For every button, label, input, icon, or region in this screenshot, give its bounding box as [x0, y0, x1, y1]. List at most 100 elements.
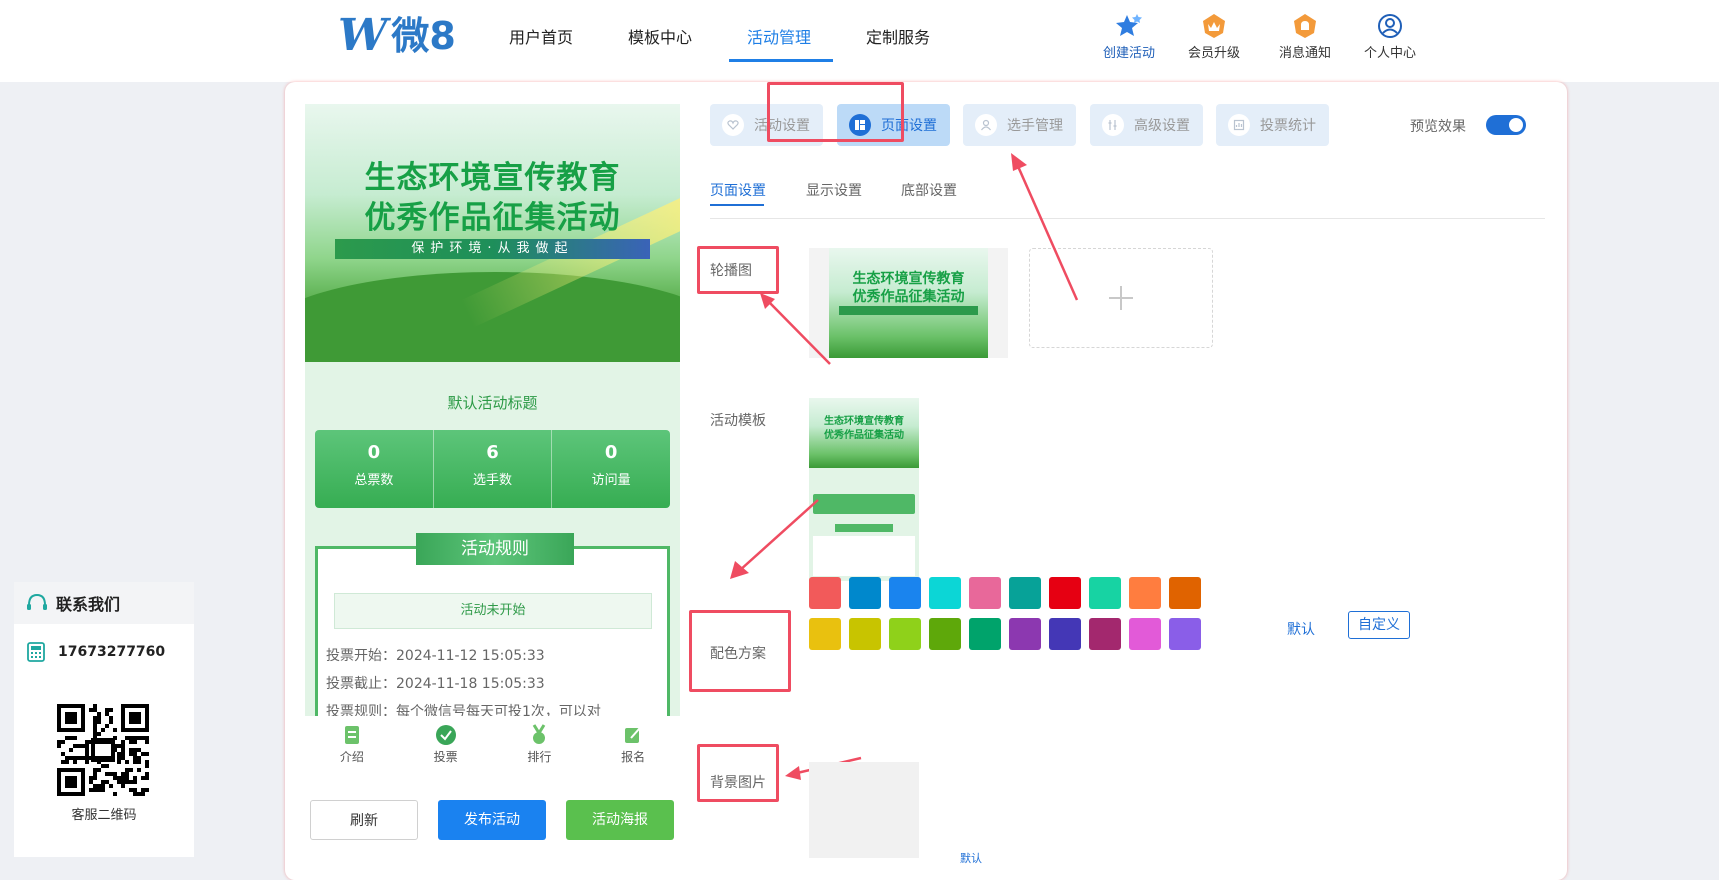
rules-panel: 活动规则 活动未开始 投票开始：2024-11-12 15:05:33 投票截止… — [315, 533, 670, 716]
notifications-button[interactable]: 消息通知 — [1265, 12, 1345, 61]
color-swatch[interactable] — [1169, 618, 1201, 650]
contact-title: 联系我们 — [56, 595, 121, 614]
carousel-label: 轮播图 — [710, 263, 752, 279]
brand-logo[interactable]: W 微8 — [338, 14, 456, 58]
subtab-divider — [710, 218, 1545, 219]
color-custom-button[interactable]: 自定义 — [1348, 611, 1410, 639]
preview-effect-label: 预览效果 — [1410, 119, 1466, 135]
carousel-image-title-1: 生态环境宣传教育 — [852, 271, 965, 287]
mobile-preview: 生态环境宣传教育 优秀作品征集活动 保护环境·从我做起 默认活动标题 0 总票数… — [305, 104, 680, 716]
color-swatch[interactable] — [929, 577, 961, 609]
preview-nav-label: 报名 — [621, 750, 646, 764]
color-swatch[interactable] — [1169, 577, 1201, 609]
crown-badge-icon — [1174, 12, 1254, 40]
carousel-image-thumbnail[interactable]: 生态环境宣传教育 优秀作品征集活动 — [809, 248, 1008, 358]
annotation-arrow-template — [730, 499, 819, 579]
tab-advanced-settings[interactable]: 高级设置 — [1090, 104, 1203, 146]
bg-image-upload[interactable] — [809, 762, 919, 858]
personal-center-button[interactable]: 个人中心 — [1350, 12, 1430, 61]
color-swatch[interactable] — [1009, 618, 1041, 650]
template-title-2: 优秀作品征集活动 — [824, 430, 904, 441]
stat-label: 访问量 — [591, 473, 631, 488]
preview-nav-label: 排行 — [527, 750, 552, 764]
color-swatch[interactable] — [849, 618, 881, 650]
vote-rule: 投票规则：每个微信号每天可投1次，可以对 — [326, 704, 601, 716]
preview-nav-signup[interactable]: 报名 — [586, 716, 680, 772]
carousel-image-title-2: 优秀作品征集活动 — [852, 289, 965, 305]
stat-contestants: 6 选手数 — [434, 430, 553, 508]
personal-center-label: 个人中心 — [1363, 46, 1416, 61]
contact-sidebar: 联系我们 17673277760 客服二维码 — [14, 582, 194, 857]
template-label: 活动模板 — [710, 413, 766, 429]
nav-template-center[interactable]: 模板中心 — [628, 24, 692, 48]
stats-panel: 0 总票数 6 选手数 0 访问量 — [315, 430, 670, 508]
nav-activity-management[interactable]: 活动管理 — [747, 24, 811, 48]
tab-label: 高级设置 — [1134, 118, 1190, 134]
stat-label: 总票数 — [354, 473, 394, 488]
create-activity-button[interactable]: 创建活动 — [1089, 12, 1169, 61]
banner-title-line-1: 生态环境宣传教育 — [364, 160, 621, 196]
color-swatch[interactable] — [1049, 618, 1081, 650]
bell-badge-icon — [1265, 12, 1345, 40]
preview-nav-label: 介绍 — [339, 750, 364, 764]
template-rules-body — [813, 536, 915, 576]
subtab-display-settings[interactable]: 显示设置 — [806, 180, 862, 200]
color-swatch[interactable] — [1089, 618, 1121, 650]
plus-icon — [1109, 286, 1133, 310]
color-swatch[interactable] — [1129, 577, 1161, 609]
edit-icon — [586, 724, 680, 746]
color-swatch[interactable] — [1049, 577, 1081, 609]
person-icon — [975, 114, 997, 136]
nav-active-indicator — [729, 59, 833, 62]
vote-start-time: 投票开始：2024-11-12 15:05:33 — [326, 648, 545, 664]
color-swatch[interactable] — [969, 618, 1001, 650]
preview-nav-vote[interactable]: 投票 — [399, 716, 493, 772]
activity-poster-button[interactable]: 活动海报 — [566, 800, 674, 840]
color-swatch[interactable] — [809, 577, 841, 609]
template-thumbnail[interactable]: 生态环境宣传教育 优秀作品征集活动 — [809, 398, 919, 581]
tab-vote-statistics[interactable]: 投票统计 — [1216, 104, 1329, 146]
activity-title: 默认活动标题 — [447, 394, 538, 412]
toggle-knob — [1509, 118, 1523, 132]
color-swatch[interactable] — [969, 577, 1001, 609]
preview-nav-intro[interactable]: 介绍 — [305, 716, 399, 772]
nav-custom-service[interactable]: 定制服务 — [866, 24, 930, 48]
template-rules-head — [835, 524, 893, 532]
stat-value: 0 — [604, 442, 618, 463]
color-swatch[interactable] — [889, 577, 921, 609]
top-navigation: W 微8 用户首页 模板中心 活动管理 定制服务 创建活动 会员升级 消息通知 … — [0, 0, 1719, 82]
customer-service-qr-code — [57, 704, 149, 796]
color-swatch[interactable] — [849, 577, 881, 609]
contact-phone-row: 17673277760 — [14, 642, 194, 662]
stat-total-votes: 0 总票数 — [315, 430, 434, 508]
color-swatch[interactable] — [889, 618, 921, 650]
subtab-footer-settings[interactable]: 底部设置 — [901, 180, 957, 200]
color-swatch[interactable] — [1009, 577, 1041, 609]
preview-effect-toggle[interactable] — [1486, 115, 1526, 135]
color-swatch[interactable] — [1129, 618, 1161, 650]
refresh-button[interactable]: 刷新 — [310, 800, 418, 840]
create-activity-label: 创建活动 — [1102, 46, 1155, 61]
preview-nav-label: 投票 — [433, 750, 458, 764]
activity-status-banner: 活动未开始 — [334, 593, 652, 629]
nav-user-home[interactable]: 用户首页 — [509, 24, 573, 48]
subtab-page-settings[interactable]: 页面设置 — [710, 180, 766, 200]
vote-end-time: 投票截止：2024-11-18 15:05:33 — [326, 676, 545, 692]
color-swatch[interactable] — [1089, 577, 1121, 609]
tab-label: 选手管理 — [1007, 118, 1063, 134]
phone-icon — [27, 642, 45, 662]
color-swatch[interactable] — [809, 618, 841, 650]
highlight-box-page-settings-tab — [767, 82, 904, 142]
tools-icon — [1102, 114, 1124, 136]
preview-nav-ranking[interactable]: 排行 — [493, 716, 587, 772]
star-icon — [1089, 12, 1169, 40]
tab-contestant-management[interactable]: 选手管理 — [963, 104, 1076, 146]
bg-default-link[interactable]: 默认 — [960, 850, 982, 866]
headset-icon — [27, 593, 47, 610]
preview-banner: 生态环境宣传教育 优秀作品征集活动 保护环境·从我做起 — [305, 104, 680, 362]
qr-code-label: 客服二维码 — [71, 808, 137, 823]
publish-activity-button[interactable]: 发布活动 — [438, 800, 546, 840]
color-swatch[interactable] — [929, 618, 961, 650]
color-default-link[interactable]: 默认 — [1287, 619, 1315, 639]
member-upgrade-button[interactable]: 会员升级 — [1174, 12, 1254, 61]
